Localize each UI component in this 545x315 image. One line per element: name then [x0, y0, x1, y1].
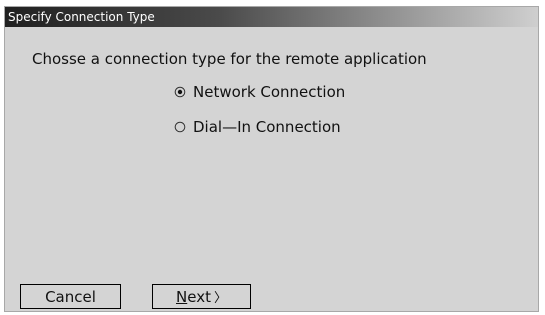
connection-type-dialog: Specify Connection Type Chosse a connect…	[4, 6, 539, 312]
radio-unselected-icon[interactable]	[173, 120, 187, 134]
network-connection-option[interactable]: Network Connection	[173, 82, 345, 102]
next-arrow-icon: 〉	[213, 291, 227, 306]
radio-selected-icon[interactable]	[173, 85, 187, 99]
connection-type-prompt: Chosse a connection type for the remote …	[32, 50, 427, 68]
next-button[interactable]: Next 〉	[152, 284, 251, 309]
cancel-button[interactable]: Cancel	[20, 284, 121, 309]
dialog-title: Specify Connection Type	[8, 10, 155, 24]
next-mnemonic: N	[176, 287, 188, 306]
next-label: ext	[187, 287, 211, 306]
dial-in-connection-label: Dial—In Connection	[193, 118, 341, 136]
dial-in-connection-option[interactable]: Dial—In Connection	[173, 117, 341, 137]
dialog-title-bar: Specify Connection Type	[5, 7, 538, 27]
network-connection-label: Network Connection	[193, 83, 346, 101]
